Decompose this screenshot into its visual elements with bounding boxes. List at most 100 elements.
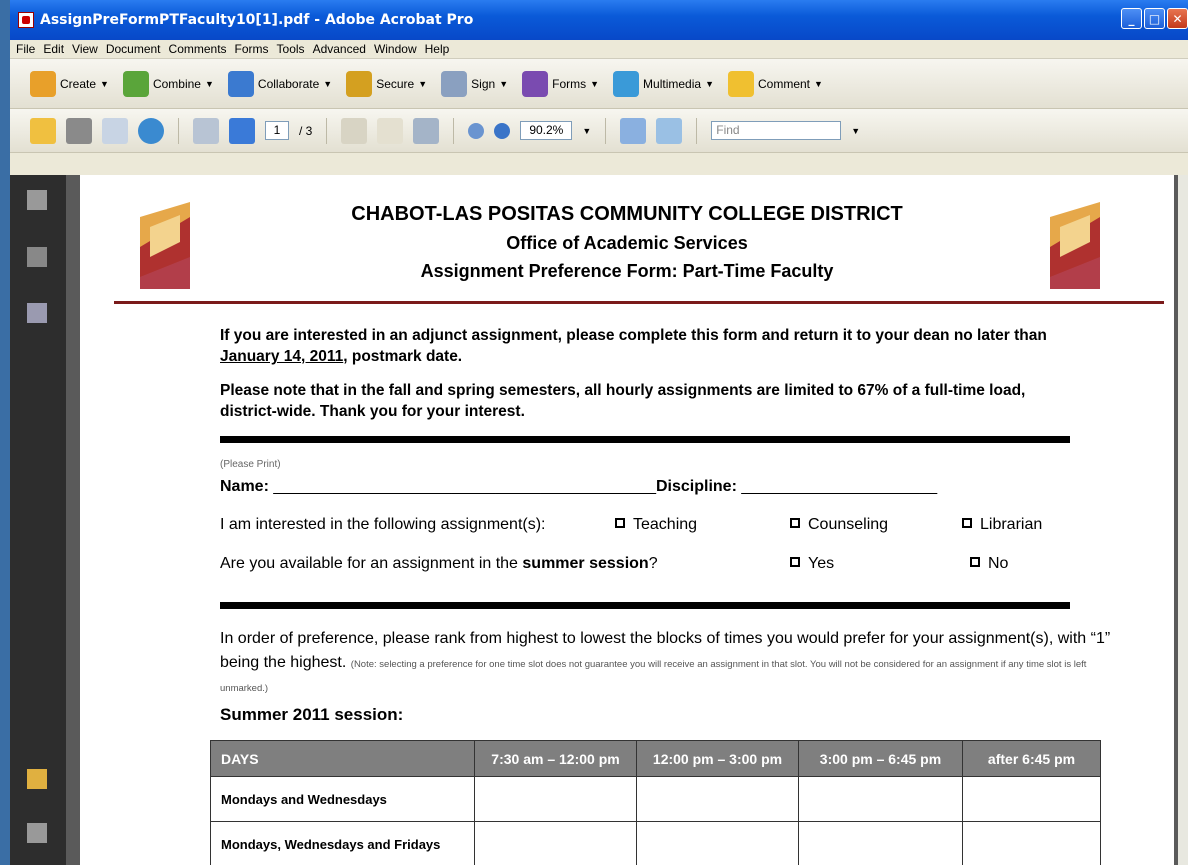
rank-cell[interactable] [798,821,963,865]
attachments-icon[interactable] [27,823,47,843]
maximize-button[interactable]: □ [1144,8,1165,29]
globe-icon[interactable] [138,117,164,144]
menu-document[interactable]: Document [102,42,165,56]
menu-edit[interactable]: Edit [39,42,68,56]
menu-view[interactable]: View [68,42,102,56]
teaching-option[interactable]: Teaching [615,516,697,534]
open-folder-icon[interactable] [30,117,56,144]
close-button[interactable]: ✕ [1167,8,1188,29]
checkbox[interactable] [790,518,800,528]
title-bar: AssignPreFormPTFaculty10[1].pdf - Adobe … [10,0,1188,40]
table-header-row: DAYS 7:30 am – 12:00 pm 12:00 pm – 3:00 … [210,740,1101,777]
librarian-label: Librarian [980,516,1043,533]
multimedia-icon [613,70,640,97]
zoom-level-select[interactable]: 90.2% [520,121,573,140]
chevron-down-icon: ▼ [418,78,428,89]
minimize-button[interactable]: _ [1121,8,1142,29]
toolbar-separator [178,117,179,144]
chevron-down-icon: ▼ [499,78,509,89]
multimedia-button[interactable]: Multimedia ▼ [613,70,714,97]
morning-header: 7:30 am – 12:00 pm [474,740,637,777]
bookmarks-icon[interactable] [27,247,47,267]
pdf-page: CHABOT-LAS POSITAS COMMUNITY COLLEGE DIS… [80,175,1174,865]
discipline-field[interactable]: ______________________ [741,478,937,495]
comments-icon[interactable] [27,769,47,789]
forms-icon [522,70,549,97]
rank-cell[interactable] [474,776,637,822]
zoom-out-icon[interactable] [468,122,485,139]
checkbox[interactable] [615,518,625,528]
chevron-down-icon[interactable]: ▼ [582,126,591,136]
toolbar-separator [605,117,607,144]
fit-page-icon[interactable] [656,117,683,144]
create-label: Create [60,76,97,91]
signatures-icon[interactable] [27,303,47,323]
find-input[interactable]: Find [711,121,842,140]
afternoon-header: 3:00 pm – 6:45 pm [798,740,963,777]
counseling-label: Counseling [808,516,889,533]
forms-button[interactable]: Forms ▼ [522,70,599,97]
email-icon[interactable] [102,117,128,144]
assignment-interest-question: I am interested in the following assignm… [220,516,546,533]
menu-advanced[interactable]: Advanced [309,42,370,56]
next-page-icon[interactable] [229,117,255,144]
pages-icon[interactable] [27,190,47,210]
header-rule [114,301,1164,304]
district-heading: CHABOT-LAS POSITAS COMMUNITY COLLEGE DIS… [351,203,903,225]
menu-tools[interactable]: Tools [273,42,309,56]
page-number-input[interactable]: 1 [265,121,289,140]
section-divider [220,602,1070,609]
chevron-down-icon[interactable]: ▼ [851,126,860,136]
pen-icon [441,70,468,97]
document-view: CHABOT-LAS POSITAS COMMUNITY COLLEGE DIS… [66,175,1188,865]
rank-cell[interactable] [636,821,799,865]
hand-tool-icon[interactable] [377,117,404,144]
combine-button[interactable]: Combine ▼ [122,70,214,97]
rank-cell[interactable] [962,821,1101,865]
secure-label: Secure [376,76,415,91]
multimedia-label: Multimedia [643,76,702,91]
menu-help[interactable]: Help [421,42,454,56]
yes-option[interactable]: Yes [790,555,834,573]
vertical-scrollbar[interactable] [1178,175,1188,865]
sign-button[interactable]: Sign ▼ [441,70,509,97]
please-print-note: (Please Print) [220,459,281,470]
counseling-option[interactable]: Counseling [790,516,888,534]
page-total: / 3 [299,123,313,138]
menu-comments[interactable]: Comments [165,42,231,56]
menu-window[interactable]: Window [370,42,421,56]
rank-cell[interactable] [636,776,799,822]
menu-file[interactable]: File [12,42,39,56]
no-option[interactable]: No [970,555,1008,573]
section-divider [220,436,1070,443]
name-label: Name: [220,478,269,495]
zoom-in-icon[interactable] [494,122,511,139]
marquee-zoom-icon[interactable] [413,117,440,144]
previous-page-icon[interactable] [193,117,219,144]
create-button[interactable]: Create ▼ [30,70,109,97]
question-mark: ? [648,555,658,572]
instructions-text-end: , postmark date. [343,348,463,365]
days-cell: Mondays, Wednesdays and Fridays [210,821,475,865]
summer-availability-question: Are you available for an assignment in t… [220,555,658,573]
name-field[interactable]: ________________________________________… [273,478,656,495]
fit-width-icon[interactable] [620,117,647,144]
menu-forms[interactable]: Forms [231,42,273,56]
sign-label: Sign [471,76,496,91]
navigation-toolbar: 1 / 3 90.2% ▼ Find ▼ [10,109,1188,153]
chevron-down-icon: ▼ [814,78,823,89]
checkbox[interactable] [790,557,800,567]
collaborate-button[interactable]: Collaborate ▼ [227,70,332,97]
secure-button[interactable]: Secure ▼ [346,70,428,97]
print-icon[interactable] [66,117,92,144]
rank-cell[interactable] [962,776,1101,822]
days-cell: Mondays and Wednesdays [210,776,475,822]
checkbox[interactable] [962,518,972,528]
toolbar-separator [453,117,455,144]
checkbox[interactable] [970,557,980,567]
rank-cell[interactable] [474,821,637,865]
rank-cell[interactable] [798,776,963,822]
librarian-option[interactable]: Librarian [962,516,1042,534]
comment-button[interactable]: Comment ▼ [727,70,823,97]
select-tool-icon[interactable] [341,117,368,144]
